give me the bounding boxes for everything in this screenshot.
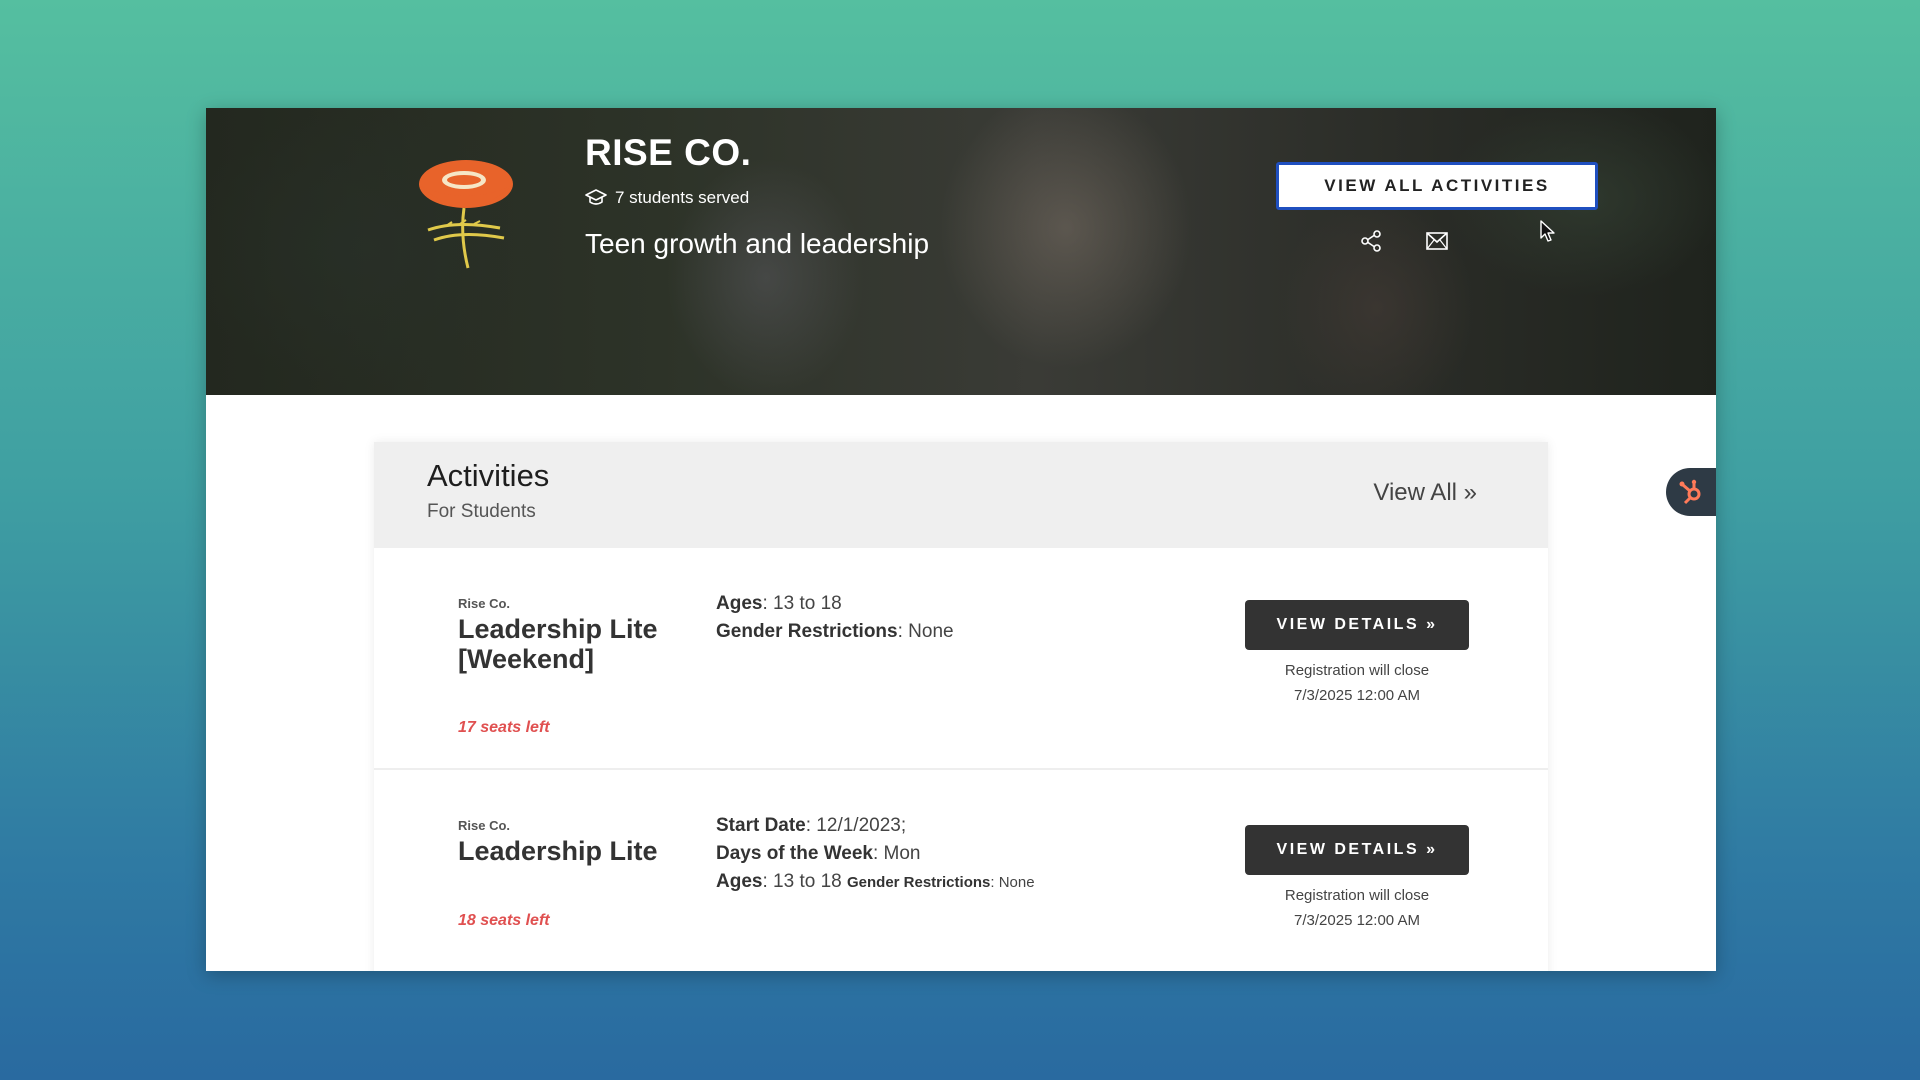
activity-org: Rise Co. bbox=[458, 596, 511, 611]
activities-subtitle: For Students bbox=[427, 501, 536, 522]
activity-card: Rise Co. Leadership Lite [Weekend] 17 se… bbox=[374, 548, 1548, 770]
org-name: RISE CO. bbox=[585, 132, 752, 173]
view-all-activities-button[interactable]: VIEW ALL ACTIVITIES bbox=[1276, 162, 1598, 210]
registration-close-date: 7/3/2025 12:00 AM bbox=[1294, 912, 1420, 929]
activities-panel: Activities For Students View All » Rise … bbox=[374, 442, 1548, 971]
activities-header: Activities For Students View All » bbox=[374, 442, 1548, 548]
gender-value: : None bbox=[990, 874, 1035, 891]
share-icon[interactable] bbox=[1360, 230, 1382, 252]
ages-label: Ages bbox=[716, 871, 763, 892]
gender-line: Gender Restrictions: None bbox=[716, 618, 954, 646]
rise-co-logo bbox=[419, 160, 513, 269]
mail-icon[interactable] bbox=[1426, 232, 1448, 250]
ages-line: Ages: 13 to 18 bbox=[716, 590, 954, 618]
start-date-value: : 12/1/2023; bbox=[805, 815, 907, 836]
days-value: : Mon bbox=[872, 843, 921, 864]
seats-left: 17 seats left bbox=[458, 719, 550, 736]
days-line: Days of the Week: Mon bbox=[716, 840, 1035, 868]
activity-meta: Ages: 13 to 18 Gender Restrictions: None bbox=[716, 590, 954, 646]
hubspot-sprocket-icon bbox=[1679, 479, 1701, 505]
view-details-button[interactable]: VIEW DETAILS » bbox=[1245, 825, 1469, 875]
gender-label: Gender Restrictions bbox=[846, 874, 991, 891]
graduation-cap-icon bbox=[585, 189, 607, 205]
activity-meta: Start Date: 12/1/2023; Days of the Week:… bbox=[716, 812, 1035, 897]
students-served: 7 students served bbox=[585, 188, 749, 208]
browser-window: RISE CO. 7 students served Teen growth a… bbox=[206, 108, 1716, 971]
view-details-button[interactable]: VIEW DETAILS » bbox=[1245, 600, 1469, 650]
ages-value: : 13 to 18 bbox=[762, 871, 842, 892]
ages-gender-line: Ages: 13 to 18 Gender Restrictions: None bbox=[716, 868, 1035, 897]
registration-close-label: Registration will close bbox=[1284, 662, 1430, 679]
activity-name[interactable]: Leadership Lite bbox=[458, 836, 658, 866]
start-date-line: Start Date: 12/1/2023; bbox=[716, 812, 1035, 840]
days-label: Days of the Week bbox=[716, 843, 873, 864]
activity-org: Rise Co. bbox=[458, 818, 511, 833]
mouse-cursor-icon bbox=[1540, 220, 1555, 242]
seats-left: 18 seats left bbox=[458, 912, 550, 929]
activity-card: Rise Co. Leadership Lite 18 seats left S… bbox=[374, 772, 1548, 971]
org-hero-banner: RISE CO. 7 students served Teen growth a… bbox=[206, 108, 1716, 395]
start-date-label: Start Date bbox=[716, 815, 806, 836]
activities-title: Activities bbox=[427, 458, 550, 493]
ages-label: Ages bbox=[716, 593, 763, 614]
registration-close: Registration will close 7/3/2025 12:00 A… bbox=[1225, 658, 1489, 708]
registration-close: Registration will close 7/3/2025 12:00 A… bbox=[1225, 883, 1489, 933]
students-served-text: 7 students served bbox=[615, 188, 750, 207]
gender-value: : None bbox=[897, 621, 954, 642]
hubspot-chat-launcher[interactable] bbox=[1666, 468, 1716, 516]
registration-close-date: 7/3/2025 12:00 AM bbox=[1294, 687, 1420, 704]
activity-name[interactable]: Leadership Lite [Weekend] bbox=[458, 614, 658, 674]
registration-close-label: Registration will close bbox=[1284, 887, 1430, 904]
gender-label: Gender Restrictions bbox=[716, 621, 898, 642]
org-tagline: Teen growth and leadership bbox=[585, 228, 930, 259]
ages-value: : 13 to 18 bbox=[762, 593, 842, 614]
view-all-link[interactable]: View All » bbox=[1373, 479, 1477, 507]
